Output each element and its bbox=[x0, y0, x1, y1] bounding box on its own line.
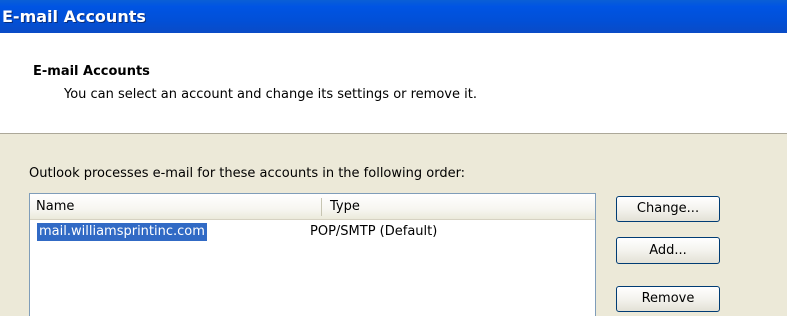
add-button[interactable]: Add... bbox=[616, 237, 720, 264]
window-title-bar: E-mail Accounts bbox=[0, 0, 787, 33]
window-title: E-mail Accounts bbox=[2, 7, 146, 26]
column-header-type[interactable]: Type bbox=[330, 194, 595, 220]
page-description: You can select an account and change its… bbox=[64, 87, 477, 102]
account-type-cell[interactable]: POP/SMTP (Default) bbox=[310, 223, 437, 241]
list-header: Name Type bbox=[30, 194, 595, 220]
account-name-cell[interactable]: mail.williamsprintinc.com bbox=[37, 223, 207, 241]
accounts-list[interactable]: Name Type mail.williamsprintinc.com POP/… bbox=[29, 193, 596, 316]
remove-button[interactable]: Remove bbox=[616, 286, 720, 312]
change-button[interactable]: Change... bbox=[616, 196, 720, 222]
header-panel: E-mail Accounts You can select an accoun… bbox=[0, 33, 787, 134]
column-header-name[interactable]: Name bbox=[36, 194, 313, 220]
list-item[interactable]: mail.williamsprintinc.com POP/SMTP (Defa… bbox=[30, 222, 595, 242]
accounts-order-label: Outlook processes e-mail for these accou… bbox=[29, 166, 466, 181]
column-separator[interactable] bbox=[321, 198, 322, 216]
page-title: E-mail Accounts bbox=[33, 64, 150, 79]
